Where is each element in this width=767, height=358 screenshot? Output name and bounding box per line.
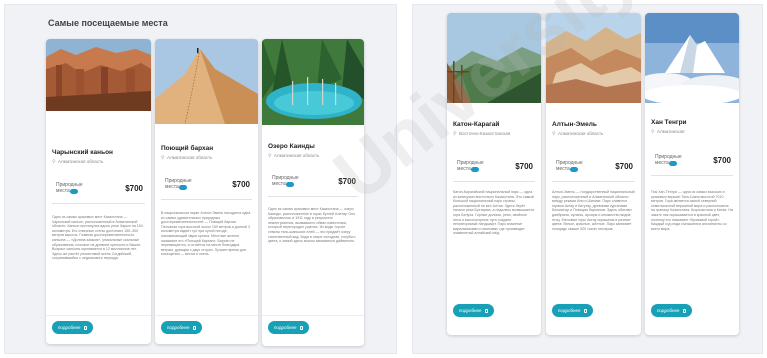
divider — [262, 315, 364, 316]
place-region: ⚲ Алматинская область — [161, 155, 213, 161]
left-panel: Самые посещаемые места Чарынский каньон … — [4, 4, 397, 354]
document-icon — [299, 325, 303, 330]
divider — [552, 181, 635, 182]
category-badge — [179, 185, 187, 190]
category-label: Природные места — [56, 182, 83, 194]
place-description: Одно из самых красивых мест Казахстана —… — [268, 207, 356, 244]
place-meta: Природные места $700 — [453, 158, 535, 182]
divider — [52, 203, 145, 204]
location-pin-icon: ⚲ — [453, 131, 457, 137]
details-button[interactable]: подробнее — [453, 304, 494, 317]
price: $700 — [125, 184, 143, 193]
place-image — [262, 39, 364, 125]
place-image — [645, 13, 739, 103]
place-image — [546, 13, 641, 103]
divider — [453, 181, 535, 182]
divider — [161, 199, 252, 200]
details-button[interactable]: подробнее — [552, 304, 593, 317]
place-region: ⚲ Алматинская область — [268, 153, 320, 159]
place-card: Катон-Карагай ⚲ Восточно-Казахстанская Пр… — [447, 13, 541, 335]
place-title: Алтын-Эмель — [552, 121, 597, 128]
category-badge — [70, 189, 78, 194]
place-image — [447, 13, 541, 103]
category-label: Природные места — [655, 154, 682, 166]
details-button[interactable]: подробнее — [651, 304, 692, 317]
place-card: Озеро Каинды ⚲ Алматинская область Природ… — [262, 39, 364, 346]
divider — [46, 315, 151, 316]
section-title: Самые посещаемые места — [48, 18, 168, 28]
category-label: Природные места — [556, 160, 583, 172]
price: $700 — [232, 180, 250, 189]
price: $700 — [713, 156, 731, 165]
place-card: Чарынский каньон ⚲ Алматинская область Пр… — [46, 39, 151, 344]
place-card: Алтын-Эмель ⚲ Алматинская область Природн… — [546, 13, 641, 335]
place-description: Одно из самых красивых мест Казахстана —… — [52, 215, 143, 261]
document-icon — [583, 308, 587, 313]
place-region: ⚲ Восточно-Казахстанская — [453, 131, 511, 137]
place-description: Пик Хан-Тенгри — одна из самых высоких и… — [651, 190, 733, 231]
location-pin-icon: ⚲ — [651, 129, 655, 135]
place-description: Катон-Карагайский национальный парк — од… — [453, 190, 535, 236]
place-image — [155, 39, 258, 124]
place-description: Алтын-Эмель — государственный национальн… — [552, 190, 635, 231]
divider — [268, 196, 358, 197]
location-pin-icon: ⚲ — [268, 153, 272, 159]
category-badge — [669, 161, 677, 166]
place-title: Чарынский каньон — [52, 149, 113, 156]
location-pin-icon: ⚲ — [552, 131, 556, 137]
document-icon — [83, 325, 87, 330]
place-image — [46, 39, 151, 111]
place-meta: Природные места $700 — [52, 180, 145, 204]
document-icon — [682, 308, 686, 313]
price: $700 — [338, 177, 356, 186]
document-icon — [484, 308, 488, 313]
category-label: Природные места — [457, 160, 484, 172]
divider — [155, 315, 258, 316]
place-title: Катон-Карагай — [453, 121, 500, 128]
place-card: Хан Тенгри ⚲ Алматинская Природные места … — [645, 13, 739, 335]
place-region: ⚲ Алматинская область — [52, 159, 104, 165]
place-title: Поющий бархан — [161, 145, 214, 152]
document-icon — [192, 325, 196, 330]
details-button[interactable]: подробнее — [52, 321, 93, 334]
place-card: Поющий бархан ⚲ Алматинская область Приро… — [155, 39, 258, 344]
place-region: ⚲ Алматинская область — [552, 131, 604, 137]
place-description: В национальном парке Алтын-Эмель находит… — [161, 211, 251, 257]
details-button[interactable]: подробнее — [268, 321, 309, 334]
category-label: Природные места — [272, 175, 299, 187]
place-region: ⚲ Алматинская — [651, 129, 685, 135]
place-title: Хан Тенгри — [651, 119, 687, 126]
price: $700 — [615, 162, 633, 171]
details-button[interactable]: подробнее — [161, 321, 202, 334]
price: $700 — [515, 162, 533, 171]
category-badge — [570, 167, 578, 172]
location-pin-icon: ⚲ — [52, 159, 56, 165]
right-panel: Катон-Карагай ⚲ Восточно-Казахстанская Пр… — [412, 4, 763, 354]
place-meta: Природные места $700 — [552, 158, 635, 182]
place-title: Озеро Каинды — [268, 143, 315, 150]
category-label: Природные места — [165, 178, 192, 190]
category-badge — [286, 182, 294, 187]
place-meta: Природные места $700 — [161, 176, 252, 200]
place-meta: Природные места $700 — [651, 152, 733, 176]
place-meta: Природные места $700 — [268, 173, 358, 197]
category-badge — [471, 167, 479, 172]
divider — [651, 175, 733, 176]
location-pin-icon: ⚲ — [161, 155, 165, 161]
